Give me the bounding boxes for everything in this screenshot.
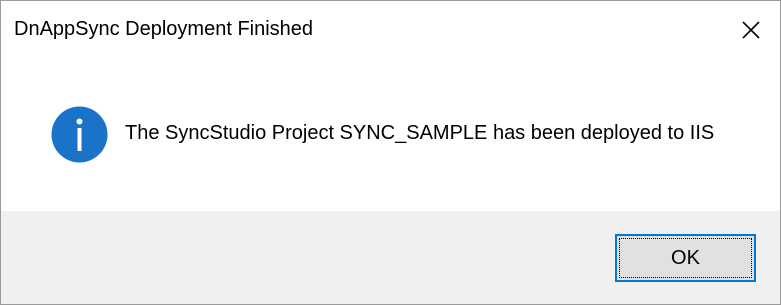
dialog-message: The SyncStudio Project SYNC_SAMPLE has b…	[125, 122, 715, 144]
dialog-title: DnAppSync Deployment Finished	[14, 18, 314, 40]
close-button[interactable]	[722, 1, 780, 59]
title-bar: DnAppSync Deployment Finished	[1, 1, 780, 63]
information-icon	[51, 106, 108, 163]
message-dialog: DnAppSync Deployment Finished The SyncSt…	[0, 0, 781, 305]
ok-button[interactable]: OK	[615, 234, 756, 282]
button-bar: OK	[1, 211, 780, 304]
dialog-content: The SyncStudio Project SYNC_SAMPLE has b…	[1, 63, 780, 211]
close-icon	[742, 21, 760, 39]
ok-button-label: OK	[671, 246, 700, 269]
